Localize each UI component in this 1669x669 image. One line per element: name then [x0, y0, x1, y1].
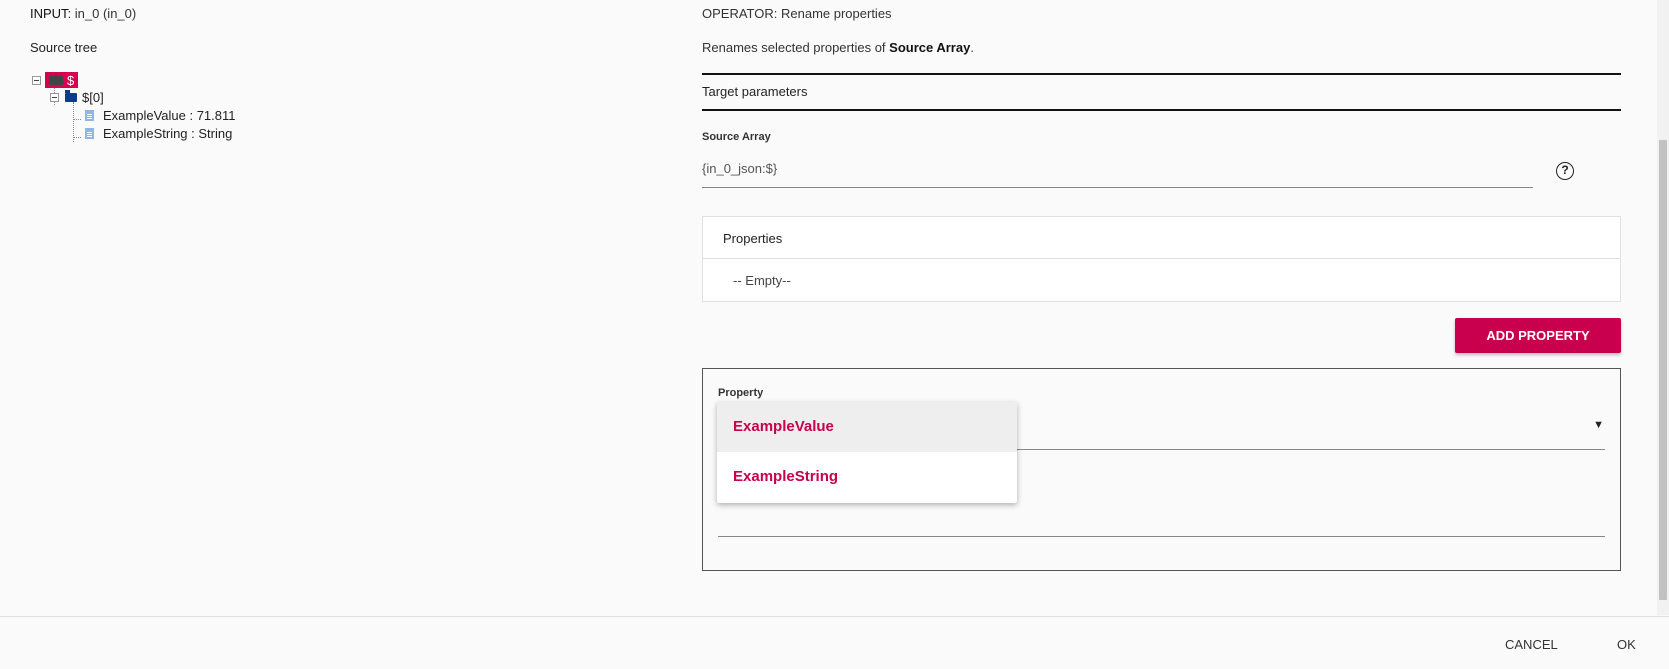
collapse-root-icon[interactable]	[32, 75, 41, 85]
scrollbar[interactable]	[1657, 0, 1669, 615]
scrollbar-thumb[interactable]	[1659, 140, 1667, 600]
tree-root-label[interactable]: $	[45, 72, 79, 88]
ok-button[interactable]: OK	[1617, 637, 1636, 652]
source-tree-title: Source tree	[30, 40, 98, 55]
operator-label: OPERATOR	[702, 6, 774, 21]
tree-leaf-label: ExampleString : String	[103, 126, 233, 141]
properties-divider	[703, 258, 1620, 259]
dialog-footer: CANCEL OK	[0, 616, 1669, 669]
add-property-button[interactable]: ADD PROPERTY	[1455, 318, 1621, 353]
root-object-icon	[49, 75, 63, 85]
input-header: INPUT: in_0 (in_0)	[30, 6, 136, 21]
chevron-down-icon[interactable]: ▼	[1593, 419, 1604, 431]
tree-leaf-label: ExampleValue : 71.811	[103, 108, 236, 123]
dropdown-option-examplestring[interactable]: ExampleString	[717, 452, 1017, 502]
tree-node-array-item[interactable]: $[0]	[50, 90, 104, 105]
source-array-label: Source Array	[702, 131, 771, 143]
cancel-button[interactable]: CANCEL	[1505, 637, 1558, 652]
properties-title: Properties	[723, 231, 783, 246]
tree-item-label: $[0]	[82, 90, 104, 105]
operator-description: Renames selected properties of Source Ar…	[702, 40, 974, 55]
input-label: INPUT	[30, 6, 68, 21]
divider-bottom	[702, 109, 1621, 111]
new-name-input-underline[interactable]	[718, 536, 1605, 537]
target-parameters-heading: Target parameters	[702, 84, 808, 99]
document-icon	[85, 110, 94, 121]
folder-icon	[65, 90, 77, 102]
property-label: Property	[718, 387, 764, 399]
operator-header: OPERATOR: Rename properties	[702, 6, 892, 21]
tree-leaf[interactable]: ExampleString : String	[85, 126, 232, 141]
properties-panel: Properties -- Empty--	[702, 216, 1621, 302]
source-array-input[interactable]	[702, 150, 1533, 188]
document-icon	[85, 128, 94, 139]
properties-empty-text: -- Empty--	[733, 273, 791, 288]
tree-node-root[interactable]: $	[32, 72, 79, 88]
input-value: : in_0 (in_0)	[67, 6, 137, 21]
property-dropdown-menu: ExampleValue ExampleString	[717, 402, 1017, 503]
operator-value: : Rename properties	[773, 6, 892, 21]
help-icon[interactable]: ?	[1556, 162, 1574, 180]
collapse-item-icon[interactable]	[50, 93, 59, 102]
divider-top	[702, 73, 1621, 75]
dropdown-option-examplevalue[interactable]: ExampleValue	[717, 402, 1017, 452]
tree-leaf[interactable]: ExampleValue : 71.811	[85, 108, 236, 123]
